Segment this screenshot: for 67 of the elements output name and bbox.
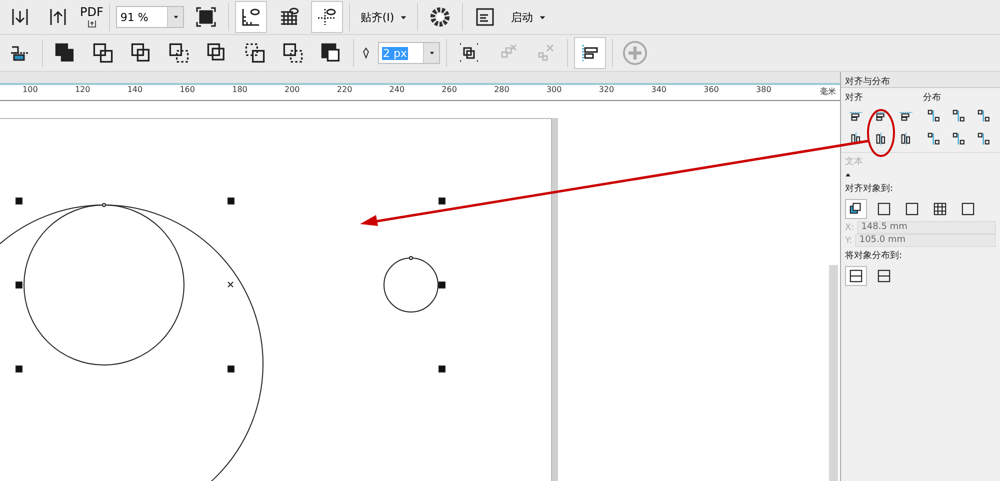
x-field[interactable]: 148.5 mm <box>857 221 996 234</box>
target-icon <box>961 202 975 216</box>
scrollbar[interactable] <box>829 265 838 481</box>
panel-title: 对齐与分布 <box>841 72 1000 88</box>
distribute-target-icon <box>877 269 891 283</box>
export-icon <box>48 7 68 27</box>
align-target-button[interactable] <box>845 199 867 219</box>
distribute-target-button[interactable] <box>845 266 867 286</box>
settings-icon <box>428 5 452 29</box>
distribute-icon <box>927 132 941 146</box>
distribute-icon <box>977 132 991 146</box>
align-icon <box>874 109 888 123</box>
distribute-icon <box>977 109 991 123</box>
pen-icon <box>360 46 372 60</box>
align-distribute-button[interactable] <box>574 37 606 69</box>
ruler-icon <box>241 7 262 27</box>
section-heading: 将对象分布到: <box>845 250 902 262</box>
target-icon <box>905 202 919 216</box>
distribute-icon <box>952 132 966 146</box>
distribute-target-icon <box>849 269 863 283</box>
snap-menu[interactable]: 贴齐(I) <box>356 2 412 32</box>
distribute-icon <box>927 109 941 123</box>
collapse-caret-icon <box>845 172 851 178</box>
annotation-ellipse <box>866 108 896 158</box>
grid-icon <box>279 7 300 27</box>
x-label: X: <box>845 222 854 232</box>
shaping-icon <box>54 42 76 64</box>
launch-menu[interactable]: 启动 <box>507 2 550 32</box>
shaping-icon <box>282 42 304 64</box>
caret-icon <box>400 14 408 20</box>
y-field[interactable]: 105.0 mm <box>855 234 996 247</box>
guidelines-toggle[interactable] <box>311 1 344 33</box>
caret-icon <box>539 14 546 20</box>
full-screen-icon <box>196 7 216 27</box>
pdf-arrow-icon <box>86 18 97 28</box>
align-icon <box>849 132 863 146</box>
pdf-export-button[interactable]: PDF <box>80 6 104 28</box>
y-label: Y: <box>845 236 852 246</box>
horizontal-ruler: 100 120 140 160 180 200 220 240 260 280 300 320 340 360 380 毫米 <box>0 85 840 101</box>
group-icon <box>459 43 479 63</box>
dropdown-caret-icon <box>428 50 434 56</box>
target-icon <box>933 202 947 216</box>
align-icon <box>874 132 888 146</box>
text-label: 文本 <box>845 156 863 168</box>
align-icon <box>899 132 913 146</box>
shaping-icon <box>130 42 152 64</box>
dropdown-caret-icon <box>172 14 179 20</box>
align-left-icon <box>580 43 600 63</box>
shaping-icon <box>168 42 190 64</box>
zoom-dropdown[interactable]: 91 % <box>116 6 184 28</box>
guidelines-icon <box>317 7 338 27</box>
shaping-icon <box>244 42 266 64</box>
window-icon <box>475 7 496 27</box>
section-heading: 分布 <box>923 92 942 104</box>
target-icon <box>877 202 891 216</box>
ruler-unit: 毫米 <box>820 86 836 97</box>
align-icon <box>899 109 913 123</box>
plus-icon <box>622 40 648 66</box>
section-heading: 对齐 <box>845 92 864 104</box>
section-heading: 对齐对象到: <box>845 182 894 195</box>
shaping-icon <box>320 42 342 64</box>
import-icon <box>10 7 30 27</box>
align-icon <box>849 109 863 123</box>
rulers-toggle[interactable] <box>235 1 268 33</box>
target-icon <box>849 202 863 216</box>
distribute-icon <box>952 109 966 123</box>
shaping-icon <box>92 42 114 64</box>
